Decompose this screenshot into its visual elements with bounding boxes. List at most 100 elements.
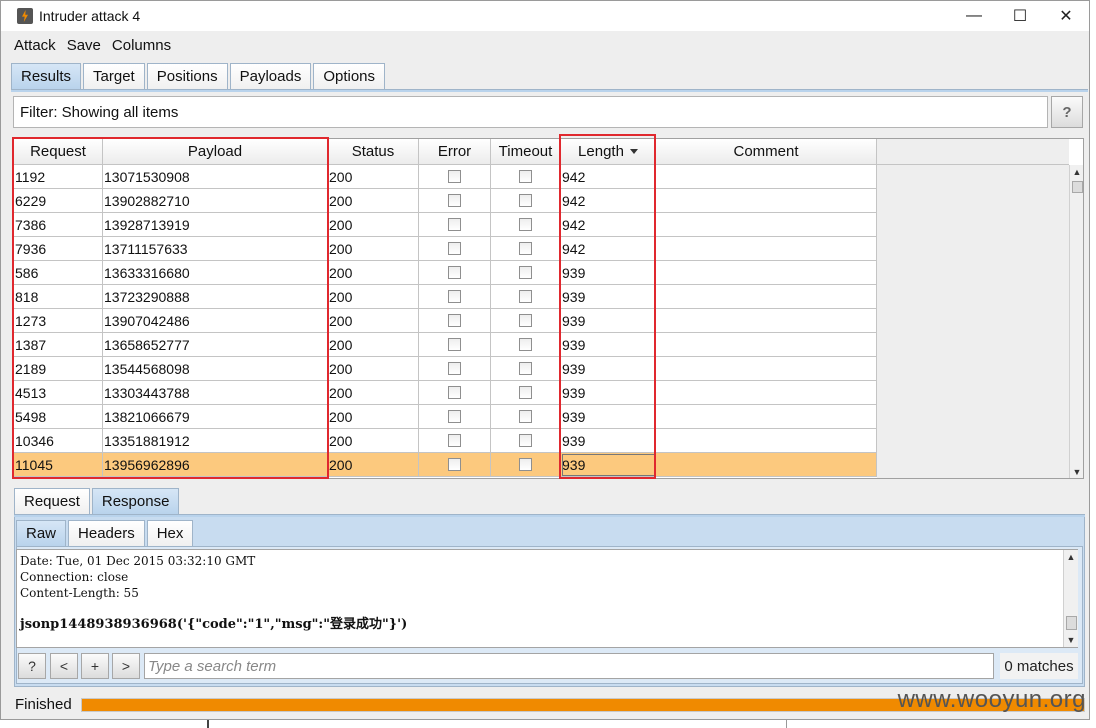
tab-options[interactable]: Options	[313, 63, 386, 89]
tab-headers[interactable]: Headers	[68, 520, 145, 546]
request-cell: 818	[14, 285, 103, 309]
payload-cell: 13723290888	[103, 285, 328, 309]
error-checkbox	[419, 165, 491, 189]
payload-cell: 13303443788	[103, 381, 328, 405]
column-label: Length	[578, 143, 624, 160]
table-header: Request Payload Status Error Timeout Len…	[14, 139, 877, 165]
tab-request[interactable]: Request	[14, 488, 90, 514]
payload-cell: 13821066679	[103, 405, 328, 429]
timeout-checkbox	[491, 405, 561, 429]
search-input[interactable]	[144, 653, 994, 679]
length-cell: 939	[561, 333, 656, 357]
tab-response[interactable]: Response	[91, 488, 180, 514]
menu-columns[interactable]: Columns	[112, 37, 171, 54]
request-cell: 2189	[14, 357, 103, 381]
scroll-down-icon[interactable]: ▼	[1064, 633, 1078, 647]
request-cell: 1387	[14, 333, 103, 357]
timeout-checkbox	[491, 429, 561, 453]
checkbox-icon	[519, 410, 532, 423]
scroll-down-icon[interactable]: ▼	[1070, 465, 1083, 478]
tab-hex[interactable]: Hex	[146, 520, 194, 546]
search-previous-button[interactable]: <	[50, 653, 78, 679]
table-row[interactable]: 1387 13658652777 200 939	[14, 333, 877, 357]
table-vertical-scrollbar[interactable]: ▲ ▼	[1069, 165, 1083, 478]
minimize-button[interactable]: —	[951, 1, 997, 31]
table-row[interactable]: 2189 13544568098 200 939	[14, 357, 877, 381]
checkbox-icon	[519, 218, 532, 231]
tab-results[interactable]: Results	[11, 63, 82, 89]
checkbox-icon	[448, 218, 461, 231]
response-vertical-scrollbar[interactable]: ▲ ▼	[1063, 550, 1078, 647]
checkbox-icon	[448, 266, 461, 279]
status-cell: 200	[328, 333, 419, 357]
timeout-checkbox	[491, 165, 561, 189]
comment-cell	[656, 213, 877, 237]
search-options-button[interactable]: +	[81, 653, 109, 679]
table-row[interactable]: 1273 13907042486 200 939	[14, 309, 877, 333]
response-raw-text[interactable]: Date: Tue, 01 Dec 2015 03:32:10 GMT Conn…	[16, 549, 1078, 648]
checkbox-icon	[519, 386, 532, 399]
length-cell: 939	[561, 429, 656, 453]
tab-target[interactable]: Target	[83, 63, 145, 89]
status-cell: 200	[328, 165, 419, 189]
column-header-length[interactable]: Length	[561, 139, 656, 165]
close-button[interactable]: ✕	[1043, 1, 1089, 31]
length-cell: 939	[561, 405, 656, 429]
table-row[interactable]: 4513 13303443788 200 939	[14, 381, 877, 405]
filter-help-button[interactable]: ?	[1051, 96, 1083, 128]
checkbox-icon	[519, 242, 532, 255]
error-checkbox	[419, 357, 491, 381]
table-row[interactable]: 7936 13711157633 200 942	[14, 237, 877, 261]
column-header-payload[interactable]: Payload	[103, 139, 328, 165]
payload-cell: 13351881912	[103, 429, 328, 453]
comment-cell	[656, 189, 877, 213]
response-line-date: Date: Tue, 01 Dec 2015 03:32:10 GMT	[20, 554, 256, 568]
table-row[interactable]: 818 13723290888 200 939	[14, 285, 877, 309]
timeout-checkbox	[491, 285, 561, 309]
timeout-checkbox	[491, 189, 561, 213]
checkbox-icon	[519, 194, 532, 207]
request-cell: 7386	[14, 213, 103, 237]
tab-payloads[interactable]: Payloads	[229, 63, 312, 89]
title-bar: Intruder attack 4 — ☐ ✕	[1, 1, 1089, 31]
table-row[interactable]: 586 13633316680 200 939	[14, 261, 877, 285]
menu-save[interactable]: Save	[67, 37, 101, 54]
table-row[interactable]: 1192 13071530908 200 942	[14, 165, 877, 189]
comment-cell	[656, 261, 877, 285]
table-row[interactable]: 10346 13351881912 200 939	[14, 429, 877, 453]
table-body: 1192 13071530908 200 942 6229 13902882710 200 9…	[14, 165, 877, 477]
search-help-button[interactable]: ?	[18, 653, 46, 679]
comment-cell	[656, 165, 877, 189]
search-next-button[interactable]: >	[112, 653, 140, 679]
menu-attack[interactable]: Attack	[14, 37, 56, 54]
column-label: Payload	[187, 143, 243, 160]
table-row[interactable]: 11045 13956962896 200 939	[14, 453, 877, 477]
table-row[interactable]: 5498 13821066679 200 939	[14, 405, 877, 429]
error-checkbox	[419, 309, 491, 333]
scroll-up-icon[interactable]: ▲	[1064, 550, 1078, 564]
scroll-thumb[interactable]	[1066, 616, 1077, 630]
checkbox-icon	[519, 458, 532, 471]
column-header-status[interactable]: Status	[328, 139, 419, 165]
tab-positions[interactable]: Positions	[146, 63, 228, 89]
column-header-error[interactable]: Error	[419, 139, 491, 165]
length-cell: 939	[561, 381, 656, 405]
error-checkbox	[419, 213, 491, 237]
comment-cell	[656, 381, 877, 405]
column-header-request[interactable]: Request	[14, 139, 103, 165]
checkbox-icon	[519, 290, 532, 303]
payload-cell: 13071530908	[103, 165, 328, 189]
length-cell: 942	[561, 165, 656, 189]
filter-bar[interactable]: Filter: Showing all items	[13, 96, 1048, 128]
column-header-timeout[interactable]: Timeout	[491, 139, 561, 165]
table-row[interactable]: 6229 13902882710 200 942	[14, 189, 877, 213]
column-header-comment[interactable]: Comment	[656, 139, 877, 165]
detail-tabs: Request Response	[14, 488, 181, 514]
table-row[interactable]: 7386 13928713919 200 942	[14, 213, 877, 237]
scroll-up-icon[interactable]: ▲	[1070, 165, 1083, 179]
maximize-button[interactable]: ☐	[997, 1, 1043, 31]
scroll-thumb[interactable]	[1072, 181, 1083, 193]
comment-cell	[656, 429, 877, 453]
timeout-checkbox	[491, 333, 561, 357]
tab-raw[interactable]: Raw	[16, 520, 67, 546]
